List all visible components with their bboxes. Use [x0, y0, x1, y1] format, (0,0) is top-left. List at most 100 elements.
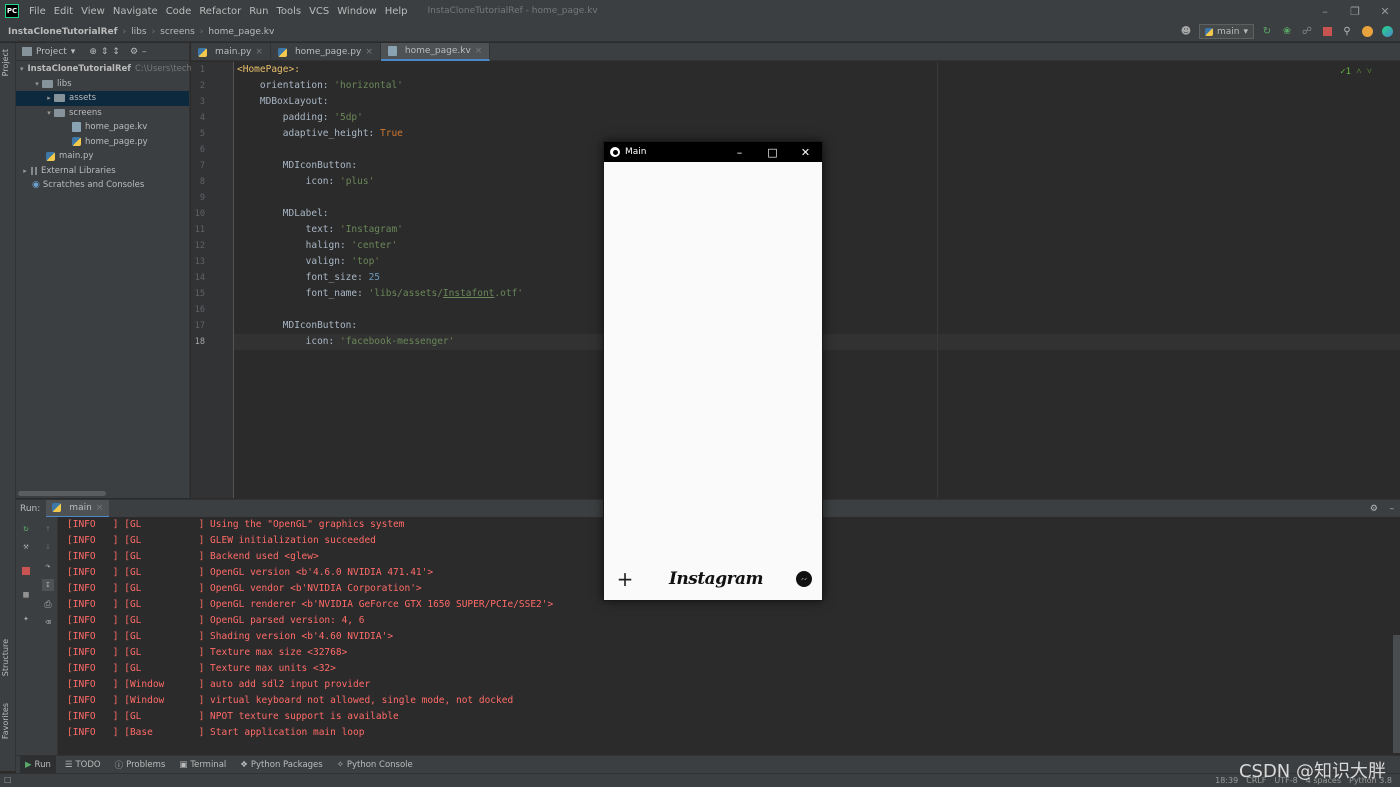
menu-refactor[interactable]: Refactor — [195, 6, 245, 17]
run-toolbar-primary: ↻ ⚒ ▦ ✦ — [16, 517, 38, 755]
close-icon[interactable]: × — [475, 46, 483, 56]
tab-python-packages[interactable]: ❖ Python Packages — [235, 756, 327, 774]
tree-item-main-py[interactable]: main.py — [16, 149, 189, 164]
coverage-icon[interactable]: ☍ — [1300, 25, 1314, 39]
gear-icon[interactable]: ⚙ — [1370, 504, 1378, 514]
favorites-tool-tab[interactable]: Favorites — [1, 703, 10, 739]
code-line-8: icon: 'plus' — [237, 174, 375, 190]
pin-icon[interactable]: ✦ — [20, 613, 32, 625]
menu-help[interactable]: Help — [381, 6, 412, 17]
tab-todo[interactable]: ☰ TODO — [60, 756, 106, 774]
close-icon[interactable]: ✕ — [1370, 0, 1400, 22]
tab-python-console[interactable]: ✧ Python Console — [332, 756, 418, 774]
run-tab-main[interactable]: main × — [46, 499, 110, 518]
stop-icon[interactable] — [20, 565, 32, 577]
vertical-scrollbar[interactable] — [1393, 635, 1400, 753]
horizontal-scrollbar[interactable] — [18, 491, 106, 496]
rerun-icon[interactable]: ↻ — [1260, 25, 1274, 39]
toolbar-right: ☻ main ▾ ↻ ❀ ☍ ⚲ — [1179, 24, 1394, 39]
breadcrumb-screens[interactable]: screens — [160, 27, 195, 37]
gear-icon[interactable]: ⚙ — [130, 47, 138, 57]
tab-main-py[interactable]: main.py × — [191, 43, 271, 61]
breadcrumb-file[interactable]: home_page.kv — [208, 27, 274, 37]
chevron-down-icon[interactable]: ▾ — [71, 47, 76, 57]
minimize-icon[interactable]: – — [723, 142, 756, 162]
tree-item-home-page-py[interactable]: home_page.py — [16, 135, 189, 150]
stop-icon[interactable] — [1320, 25, 1334, 39]
locate-icon[interactable]: ⊕ — [89, 47, 97, 57]
user-icon[interactable]: ☻ — [1179, 25, 1193, 39]
jetbrains-icon[interactable] — [1380, 25, 1394, 39]
tab-run[interactable]: ▶ Run — [20, 755, 56, 774]
soft-wrap-icon[interactable]: ↷ — [42, 561, 54, 573]
layout-icon[interactable]: ▦ — [20, 589, 32, 601]
tab-label: Problems — [126, 759, 166, 770]
code-line-5: adaptive_height: True — [237, 126, 403, 142]
code-token: adaptive_height: — [282, 128, 380, 139]
tree-item-screens[interactable]: ▾ screens — [16, 106, 189, 121]
menu-vcs[interactable]: VCS — [305, 6, 333, 17]
list-icon: ☰ — [64, 759, 73, 770]
hide-icon[interactable]: – — [1390, 504, 1395, 514]
caret-position[interactable]: 18:39 — [1215, 776, 1238, 785]
code-token: 'horizontal' — [334, 80, 403, 91]
tab-terminal[interactable]: ▣ Terminal — [174, 756, 231, 774]
panel-toggle-icon[interactable]: □ — [4, 775, 12, 784]
arrow-up-icon[interactable]: ↑ — [42, 523, 54, 535]
tree-item-home-page-kv[interactable]: home_page.kv — [16, 120, 189, 135]
facebook-messenger-icon[interactable] — [795, 571, 812, 587]
project-view-label[interactable]: Project — [36, 47, 67, 57]
close-icon[interactable]: × — [255, 47, 263, 57]
menu-view[interactable]: View — [77, 6, 109, 17]
scroll-to-end-icon[interactable]: ↧ — [42, 579, 54, 591]
inspection-widget[interactable]: ✓1 ˄ ˅ — [1340, 66, 1372, 77]
run-config-label: main — [1216, 26, 1240, 37]
close-icon[interactable]: × — [96, 503, 104, 513]
tree-item-project-root[interactable]: ▾ InstaCloneTutorialRef C:\Users\tech — [16, 62, 192, 77]
left-tool-strip: Project Structure Favorites — [0, 43, 16, 771]
menu-run[interactable]: Run — [245, 6, 272, 17]
menu-code[interactable]: Code — [162, 6, 196, 17]
folder-icon — [42, 79, 53, 88]
close-icon[interactable]: ✕ — [789, 142, 822, 162]
minimize-icon[interactable]: – — [1310, 0, 1340, 22]
run-config-select[interactable]: main ▾ — [1198, 24, 1254, 39]
structure-tool-tab[interactable]: Structure — [1, 639, 10, 676]
menu-file[interactable]: File — [25, 6, 50, 17]
menu-navigate[interactable]: Navigate — [109, 6, 162, 17]
breadcrumb-libs[interactable]: libs — [131, 27, 146, 37]
console-line: [INFO ] [GL ] Backend used <glew> — [67, 549, 319, 565]
console-line: [INFO ] [GL ] NPOT texture support is av… — [67, 709, 399, 725]
menu-edit[interactable]: Edit — [50, 6, 77, 17]
tab-home-page-kv[interactable]: home_page.kv × — [380, 43, 491, 61]
expand-all-icon[interactable]: ⇕ — [101, 47, 109, 57]
scratches-icon: ◉ — [32, 180, 40, 191]
print-icon[interactable]: ⎙ — [42, 599, 54, 611]
updates-icon[interactable] — [1360, 25, 1374, 39]
tree-item-external-libraries[interactable]: ▸ ‖‖ External Libraries — [16, 164, 189, 179]
collapse-all-icon[interactable]: ↕ — [112, 47, 120, 57]
menu-window[interactable]: Window — [333, 6, 380, 17]
tree-item-scratches[interactable]: ◉ Scratches and Consoles — [16, 178, 189, 193]
tree-item-label: Scratches and Consoles — [42, 180, 145, 191]
project-tool-tab[interactable]: Project — [1, 49, 10, 76]
tab-home-page-py[interactable]: home_page.py × — [271, 43, 381, 61]
log-message: NPOT texture support is available — [210, 711, 399, 722]
tree-item-libs[interactable]: ▾ libs — [16, 77, 189, 92]
wrench-icon[interactable]: ⚒ — [20, 541, 32, 553]
maximize-icon[interactable]: □ — [756, 142, 789, 162]
console-line: [INFO ] [GL ] Shading version <b'4.60 NV… — [67, 629, 393, 645]
menu-tools[interactable]: Tools — [272, 6, 305, 17]
tree-item-assets[interactable]: ▸ assets — [16, 91, 189, 106]
breadcrumb-project[interactable]: InstaCloneTutorialRef — [8, 27, 118, 37]
trash-icon[interactable]: ⌫ — [42, 617, 54, 629]
search-icon[interactable]: ⚲ — [1340, 25, 1354, 39]
hide-icon[interactable]: – — [142, 47, 147, 57]
restore-icon[interactable]: ❐ — [1340, 0, 1370, 22]
rerun-icon[interactable]: ↻ — [20, 523, 32, 535]
plus-icon[interactable]: + — [614, 569, 636, 589]
tab-problems[interactable]: ⓘ Problems — [110, 756, 171, 774]
close-icon[interactable]: × — [365, 47, 373, 57]
arrow-down-icon[interactable]: ↓ — [42, 541, 54, 553]
debug-icon[interactable]: ❀ — [1280, 25, 1294, 39]
